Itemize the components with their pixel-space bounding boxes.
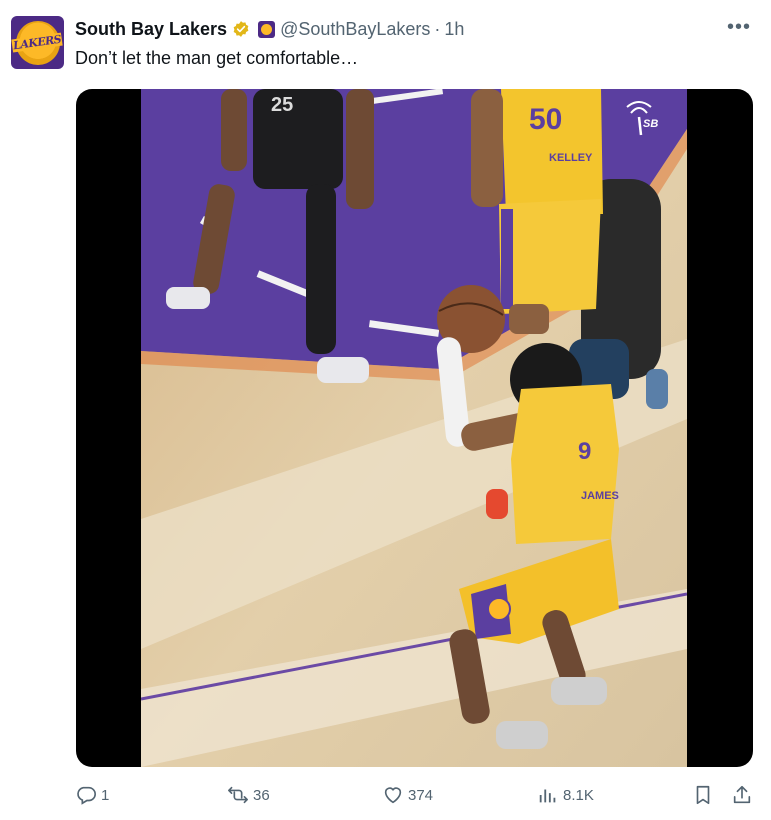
share-button[interactable]	[731, 784, 757, 806]
main-jersey-name: JAMES	[581, 490, 619, 502]
reply-count: 1	[101, 786, 110, 804]
bookmark-icon	[696, 785, 710, 805]
basketball-scene: 25 50 KELLEY 9 JAMES SB	[141, 89, 687, 767]
post-time[interactable]: 1h	[444, 19, 464, 40]
main-jersey-number: 9	[578, 438, 591, 465]
views-button[interactable]: 8.1K	[537, 784, 594, 806]
tweet-header: South Bay Lakers @SouthBayLakers · 1h	[75, 17, 759, 41]
user-handle[interactable]: @SouthBayLakers	[280, 19, 430, 40]
repost-icon	[228, 786, 248, 804]
like-button[interactable]: 374	[382, 784, 433, 806]
video-frame[interactable]: 25 50 KELLEY 9 JAMES SB	[141, 89, 687, 767]
tweet-text: Don’t let the man get comfortable…	[75, 48, 359, 68]
views-icon	[539, 789, 556, 803]
verified-badge-icon[interactable]	[232, 20, 250, 38]
separator-dot: ·	[434, 18, 441, 39]
video-player[interactable]: 25 50 KELLEY 9 JAMES SB	[76, 89, 753, 767]
reply-icon	[77, 786, 96, 805]
reply-button[interactable]: 1	[75, 784, 109, 806]
affiliate-badge-icon[interactable]	[258, 20, 276, 38]
avatar-logo-text: LAKERS	[11, 32, 64, 53]
bookmark-button[interactable]	[692, 784, 718, 806]
views-count: 8.1K	[563, 786, 594, 804]
teammate-jersey-name: KELLEY	[549, 152, 593, 164]
share-icon	[733, 785, 751, 804]
teammate-jersey-number: 50	[529, 103, 562, 136]
like-icon	[384, 787, 402, 804]
lakers-logo: LAKERS	[11, 20, 64, 65]
repost-count: 36	[253, 786, 270, 804]
team-avatar[interactable]: LAKERS	[11, 16, 64, 69]
like-count: 374	[408, 786, 434, 804]
action-bar: 1 36 374 8.1K	[75, 784, 757, 812]
more-icon[interactable]: •••	[727, 17, 751, 37]
svg-text:SB: SB	[643, 118, 658, 130]
opponent-jersey-number: 25	[271, 94, 293, 116]
display-name[interactable]: South Bay Lakers	[75, 19, 227, 40]
repost-button[interactable]: 36	[227, 784, 270, 806]
